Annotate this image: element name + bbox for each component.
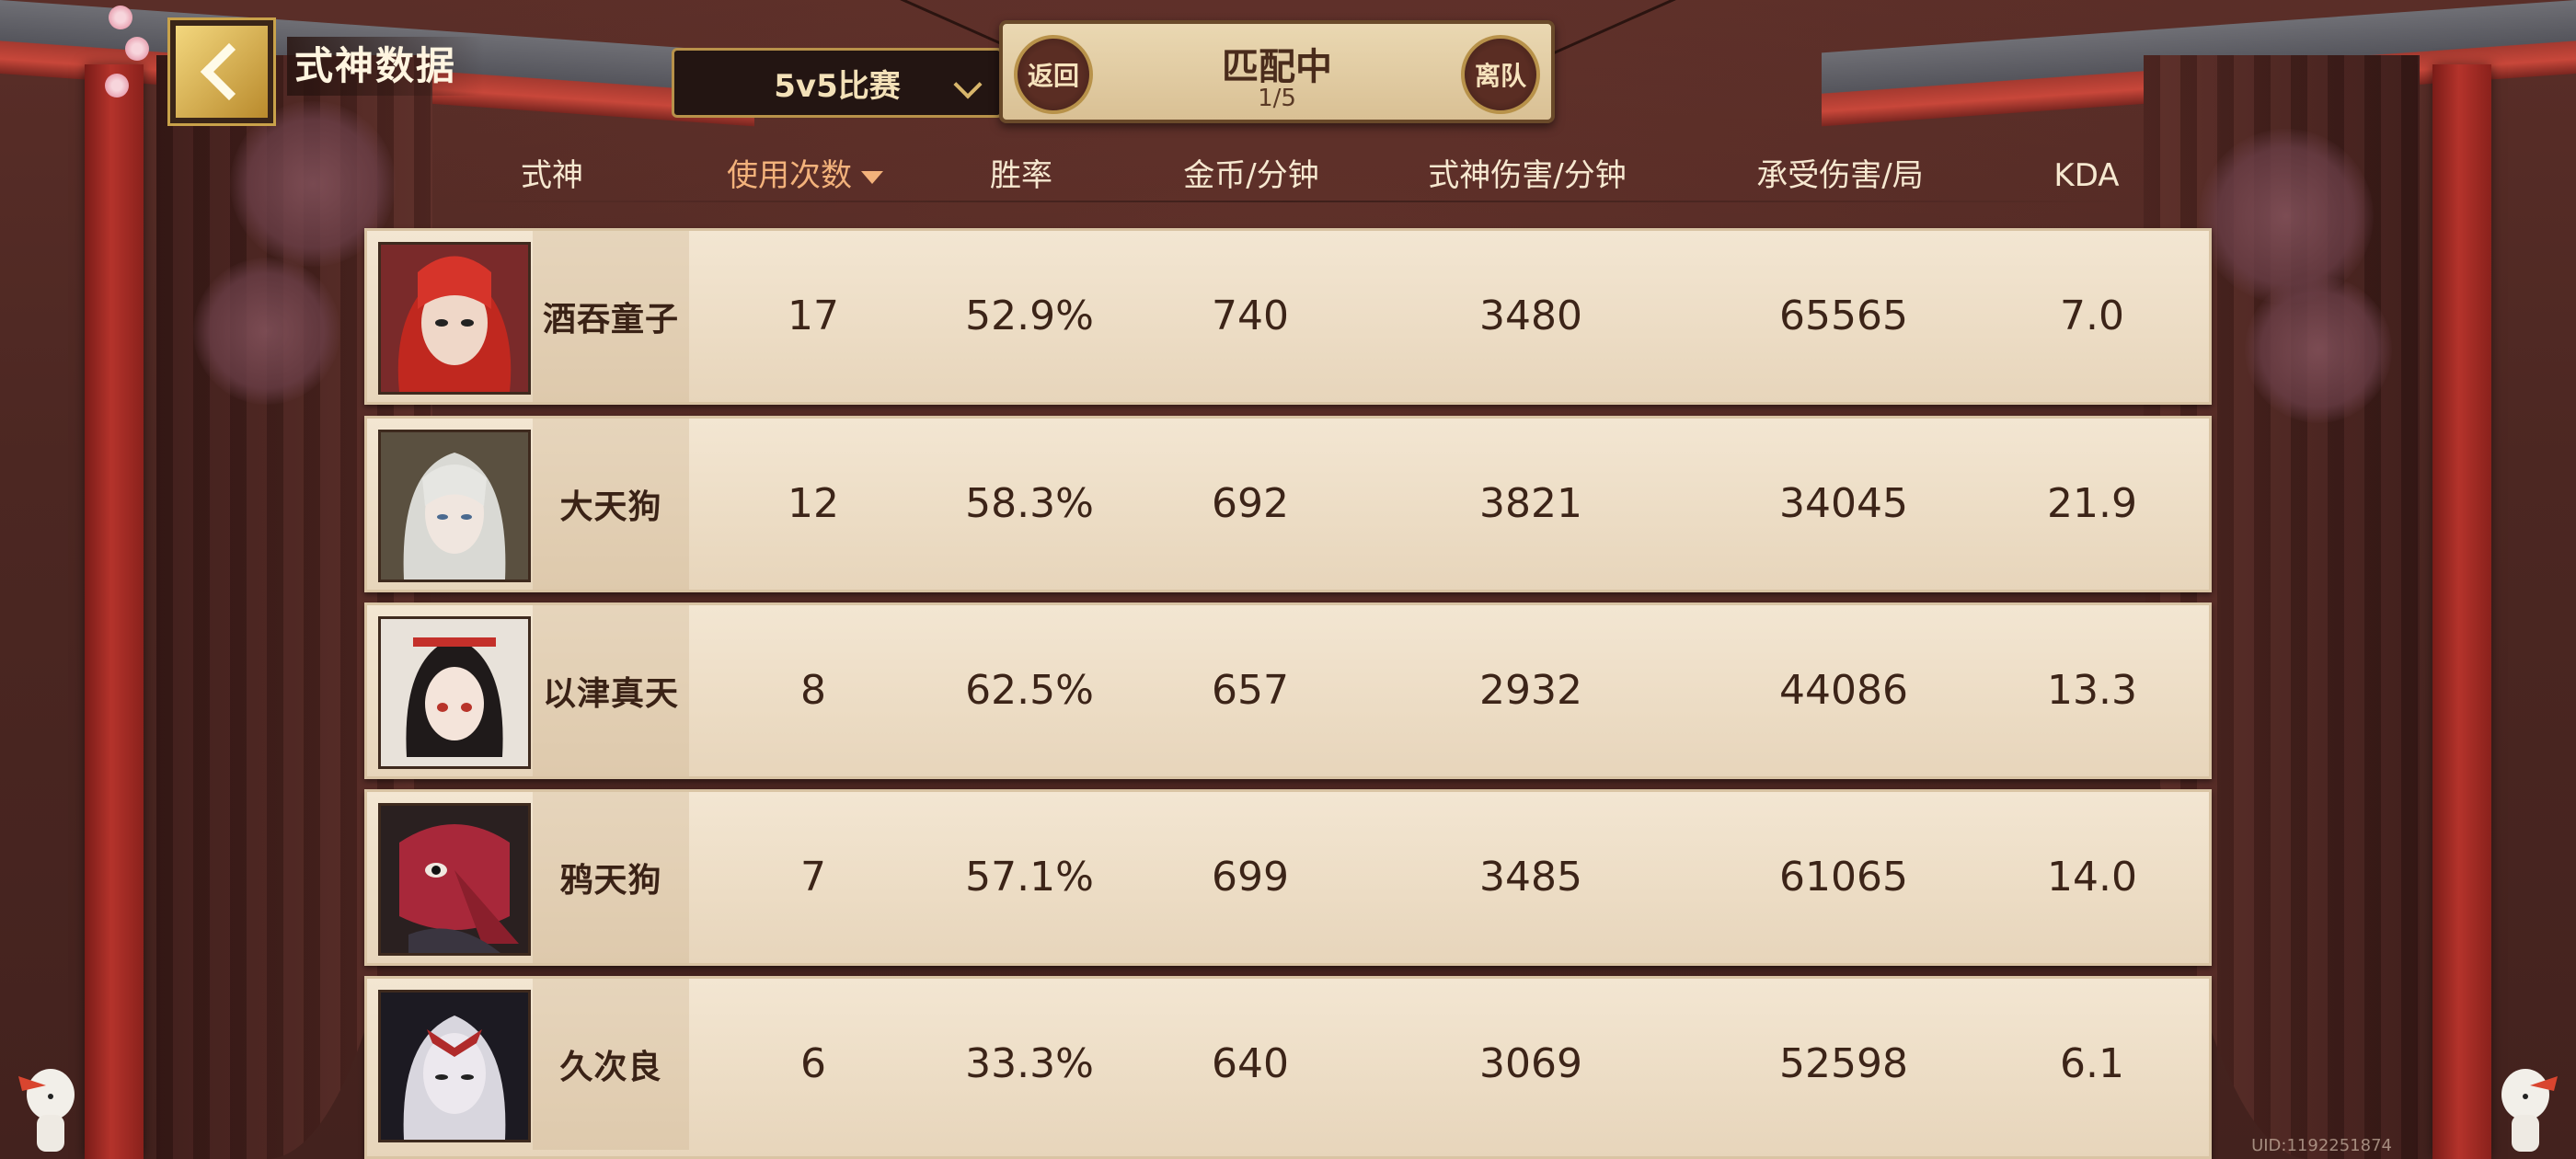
flower-decoration [2245, 276, 2392, 423]
shikigami-avatar [378, 616, 531, 769]
col-header-uses[interactable]: 使用次数 [699, 153, 911, 199]
win-rate: 52.9% [965, 293, 1094, 339]
flower-decoration [2199, 129, 2374, 304]
damage-taken: 34045 [1779, 480, 1908, 527]
col-header-shikigami[interactable]: 式神 [460, 153, 644, 199]
sort-desc-icon [861, 170, 883, 184]
col-header-uses-label: 使用次数 [727, 157, 852, 194]
kda: 21.9 [2047, 480, 2137, 527]
kda: 13.3 [2047, 667, 2137, 714]
gold-per-min: 692 [1212, 480, 1289, 527]
shikigami-name: 久次良 [559, 1049, 662, 1086]
mode-label: 5v5比赛 [774, 67, 901, 105]
damage-taken: 52598 [1779, 1040, 1908, 1087]
chevron-left-icon [200, 42, 259, 101]
win-rate: 57.1% [965, 854, 1094, 901]
col-header-gold-per-min[interactable]: 金币/分钟 [1145, 153, 1357, 199]
petal-decoration [105, 74, 129, 98]
gold-per-min: 699 [1212, 854, 1289, 901]
col-header-win-rate[interactable]: 胜率 [929, 153, 1113, 199]
shikigami-avatar [378, 430, 531, 582]
pillar-right [2432, 64, 2491, 1159]
back-button[interactable] [170, 20, 273, 123]
kda: 6.1 [2060, 1040, 2124, 1087]
mode-selector[interactable]: 5v5比赛 [672, 48, 1003, 118]
name-box: 鸦天狗 [533, 792, 689, 963]
shikigami-name: 鸦天狗 [559, 862, 662, 900]
damage-per-min: 3480 [1479, 293, 1582, 339]
damage-taken: 44086 [1779, 667, 1908, 714]
shikigami-avatar [378, 990, 531, 1142]
table-row[interactable]: 酒吞童子 17 52.9% 740 3480 65565 7.0 [364, 228, 2212, 405]
col-header-damage-taken[interactable]: 承受伤害/局 [1711, 153, 1969, 199]
damage-per-min: 2932 [1479, 667, 1582, 714]
table-row[interactable]: 鸦天狗 7 57.1% 699 3485 61065 14.0 [364, 789, 2212, 966]
shikigami-name: 酒吞童子 [542, 301, 679, 339]
uses-count: 7 [800, 854, 826, 901]
pillar-left [85, 64, 144, 1159]
shikigami-name: 大天狗 [559, 488, 662, 526]
uses-count: 8 [800, 667, 826, 714]
shikigami-name: 以津真天 [542, 675, 679, 713]
flower-decoration [193, 258, 340, 405]
gold-per-min: 740 [1212, 293, 1289, 339]
header-divider [423, 201, 2153, 202]
matchmaking-panel: 返回 匹配中 1/5 离队 [999, 20, 1555, 123]
win-rate: 58.3% [965, 480, 1094, 527]
petal-decoration [109, 6, 132, 29]
petal-decoration [125, 37, 149, 61]
leave-team-button[interactable]: 离队 [1461, 35, 1540, 114]
name-box: 久次良 [533, 979, 689, 1150]
game-screen: 式神数据 5v5比赛 返回 匹配中 1/5 离队 式神 使用次数 胜率 金币/分… [0, 0, 2576, 1159]
table-row[interactable]: 大天狗 12 58.3% 692 3821 34045 21.9 [364, 416, 2212, 592]
gold-per-min: 657 [1212, 667, 1289, 714]
uses-count: 6 [800, 1040, 826, 1087]
shikigami-avatar [378, 242, 531, 395]
uses-count: 17 [788, 293, 839, 339]
win-rate: 62.5% [965, 667, 1094, 714]
gold-per-min: 640 [1212, 1040, 1289, 1087]
damage-per-min: 3069 [1479, 1040, 1582, 1087]
table-row[interactable]: 久次良 6 33.3% 640 3069 52598 6.1 [364, 976, 2212, 1159]
damage-per-min: 3821 [1479, 480, 1582, 527]
col-header-kda[interactable]: KDA [1995, 153, 2179, 199]
table-row[interactable]: 以津真天 8 62.5% 657 2932 44086 13.3 [364, 602, 2212, 779]
uses-count: 12 [788, 480, 839, 527]
kda: 7.0 [2060, 293, 2124, 339]
chevron-down-icon [953, 70, 983, 99]
name-box: 大天狗 [533, 419, 689, 590]
user-id: UID:1192251874 [2251, 1136, 2392, 1155]
page-title: 式神数据 [287, 37, 485, 96]
mascot-doll-icon [2501, 1069, 2558, 1152]
win-rate: 33.3% [965, 1040, 1094, 1087]
damage-taken: 61065 [1779, 854, 1908, 901]
name-box: 酒吞童子 [533, 231, 689, 402]
kda: 14.0 [2047, 854, 2137, 901]
damage-per-min: 3485 [1479, 854, 1582, 901]
damage-taken: 65565 [1779, 293, 1908, 339]
col-header-damage-per-min[interactable]: 式神伤害/分钟 [1389, 153, 1665, 199]
name-box: 以津真天 [533, 605, 689, 776]
mascot-doll-icon [18, 1069, 75, 1152]
shikigami-avatar [378, 803, 531, 956]
